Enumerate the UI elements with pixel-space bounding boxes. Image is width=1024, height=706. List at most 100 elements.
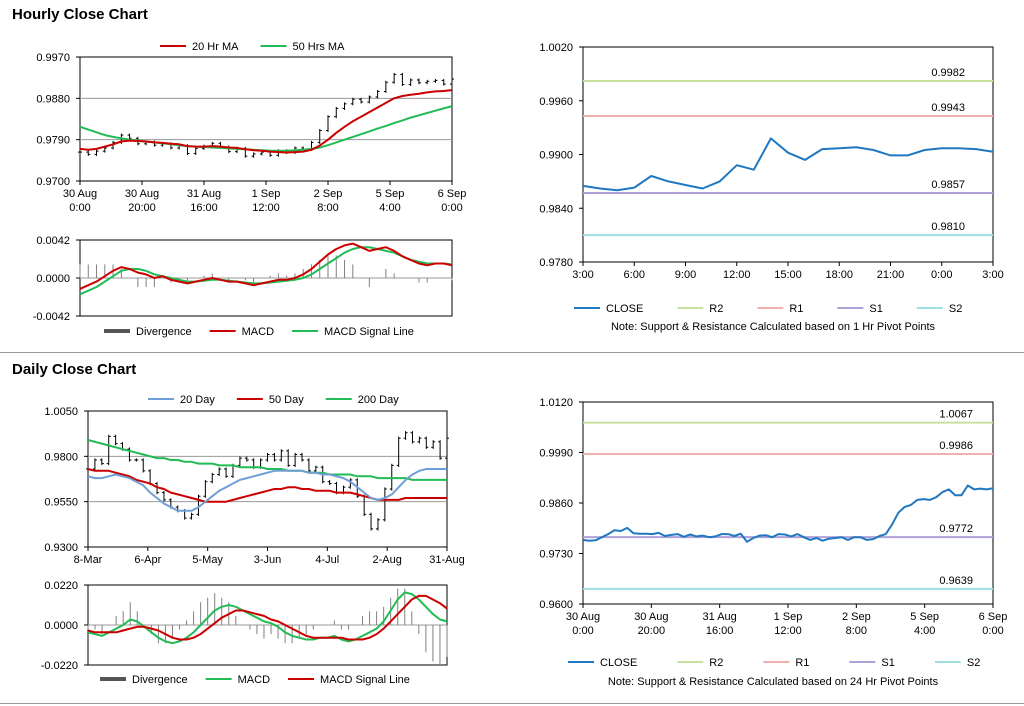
plot-frame	[582, 401, 994, 605]
daily-price-y-tick-label: 0.9800	[44, 451, 78, 463]
hourly-price-legend-label: 20 Hr MA	[192, 41, 239, 53]
hourly-price-x-tick-label: 0:00	[69, 202, 90, 214]
hourly-macd-legend-label: MACD Signal Line	[324, 326, 414, 338]
hourly-price-legend-label: 50 Hrs MA	[292, 41, 345, 53]
hourly-macd-legend-label: Divergence	[136, 326, 192, 338]
daily-pivot-y-tick-label: 1.0120	[539, 397, 573, 409]
daily-pivot-x-tick-label: 0:00	[572, 625, 593, 637]
daily-level-label: 1.0067	[939, 409, 973, 421]
hourly-pivot-y-tick-label: 0.9840	[539, 203, 573, 215]
daily-price-x-tick-label: 8-Mar	[74, 554, 103, 566]
hourly-pivot-x-tick-label: 21:00	[877, 269, 905, 281]
daily-pivot-legend-label: CLOSE	[600, 657, 637, 669]
daily-macd-legend-label: MACD	[238, 674, 270, 686]
hourly-price-x-tick-label: 0:00	[441, 202, 462, 214]
daily-pivot-x-tick-label: 1 Sep	[774, 611, 803, 623]
hourly-pivot-y-tick-label: 0.9900	[539, 150, 573, 162]
daily-pivot-y-tick-label: 0.9860	[539, 498, 573, 510]
hourly-price-y-tick-label: 0.9970	[36, 52, 70, 64]
hourly-price-y-tick-label: 0.9790	[36, 135, 70, 147]
daily-price-legend-label: 50 Day	[269, 394, 304, 406]
hourly-pivot-legend-label: R2	[709, 303, 723, 315]
daily-price-x-tick-label: 31-Aug	[429, 554, 464, 566]
hourly-price-y-tick-label: 0.9700	[36, 176, 70, 188]
hourly-price-x-tick-label: 31 Aug	[187, 188, 221, 200]
daily-pivot-y-tick-label: 0.9990	[539, 448, 573, 460]
hourly-pivot-x-tick-label: 3:00	[982, 269, 1003, 281]
daily-macd-signal-line	[87, 594, 448, 641]
daily-price-x-tick-label: 5-May	[192, 554, 223, 566]
hourly-pivot-x-tick-label: 15:00	[774, 269, 802, 281]
daily-pivot-x-tick-label: 12:00	[774, 625, 802, 637]
daily-pivot-note: Note: Support & Resistance Calculated ba…	[608, 676, 939, 688]
hourly-price-x-tick-label: 8:00	[317, 202, 338, 214]
daily-level-label: 0.9986	[939, 440, 973, 452]
daily-pivot-legend-label: S2	[967, 657, 980, 669]
daily-price-x-tick-label: 6-Apr	[134, 554, 161, 566]
hourly-level-label: 0.9810	[931, 221, 965, 233]
hourly-price-x-tick-label: 12:00	[252, 202, 280, 214]
hourly-pivot-x-tick-label: 9:00	[675, 269, 696, 281]
hourly-price-x-tick-label: 16:00	[190, 202, 218, 214]
hourly-level-label: 0.9943	[931, 102, 965, 114]
daily-pivot-legend-label: S1	[881, 657, 894, 669]
charts-canvas: 0.99700.98800.97900.970030 Aug0:0030 Aug…	[33, 41, 1008, 688]
hourly-pivot-legend-label: CLOSE	[606, 303, 643, 315]
daily-price-y-tick-label: 0.9300	[44, 542, 78, 554]
daily-price-x-tick-label: 2-Aug	[372, 554, 401, 566]
daily-price-legend-label: 20 Day	[180, 394, 215, 406]
hourly-macd-y-tick-label: 0.0000	[36, 273, 70, 285]
daily-close-line	[582, 484, 994, 543]
daily-pivot-y-tick-label: 0.9600	[539, 599, 573, 611]
hourly-price-x-tick-label: 4:00	[379, 202, 400, 214]
daily-level-label: 0.9772	[939, 523, 973, 535]
hourly-pivot-x-tick-label: 12:00	[723, 269, 751, 281]
daily-pivot-x-tick-label: 6 Sep	[979, 611, 1008, 623]
daily-pivot-x-tick-label: 8:00	[846, 625, 867, 637]
hourly-pivot-legend-label: S1	[869, 303, 882, 315]
hourly-pivot-y-tick-label: 0.9960	[539, 96, 573, 108]
hourly-pivot-x-tick-label: 0:00	[931, 269, 952, 281]
hourly-macd-y-tick-label: 0.0042	[36, 235, 70, 247]
hourly-macd-line	[79, 242, 453, 290]
hourly-price-x-tick-label: 2 Sep	[314, 188, 343, 200]
hourly-price-x-tick-label: 30 Aug	[63, 188, 97, 200]
hourly-price-y-tick-label: 0.9880	[36, 93, 70, 105]
daily-pivot-x-tick-label: 2 Sep	[842, 611, 871, 623]
hourly-price-x-tick-label: 1 Sep	[252, 188, 281, 200]
daily-pivot-x-tick-label: 4:00	[914, 625, 935, 637]
daily-price-x-tick-label: 4-Jul	[315, 554, 339, 566]
daily-pivot-x-tick-label: 31 Aug	[703, 611, 737, 623]
hourly-price-x-tick-label: 5 Sep	[376, 188, 405, 200]
daily-pivot-x-tick-label: 30 Aug	[634, 611, 668, 623]
daily-level-label: 0.9639	[939, 575, 973, 587]
daily-price-x-tick-label: 3-Jun	[254, 554, 282, 566]
daily-macd-y-tick-label: 0.0000	[44, 620, 78, 632]
hourly-price-x-tick-label: 20:00	[128, 202, 156, 214]
hourly-pivot-x-tick-label: 3:00	[572, 269, 593, 281]
hourly-50hr-ma-line	[79, 105, 453, 152]
plot-frame	[79, 56, 453, 182]
hourly-pivot-x-tick-label: 6:00	[624, 269, 645, 281]
daily-macd-y-tick-label: 0.0220	[44, 580, 78, 592]
daily-pivot-x-tick-label: 30 Aug	[566, 611, 600, 623]
hourly-macd-legend-label: MACD	[242, 326, 274, 338]
daily-price-y-tick-label: 1.0050	[44, 406, 78, 418]
hourly-pivot-x-tick-label: 18:00	[825, 269, 853, 281]
hourly-level-label: 0.9982	[931, 67, 965, 79]
daily-macd-legend-label: MACD Signal Line	[320, 674, 410, 686]
hourly-pivot-legend-label: S2	[949, 303, 962, 315]
daily-pivot-x-tick-label: 20:00	[638, 625, 666, 637]
hourly-pivot-note: Note: Support & Resistance Calculated ba…	[611, 321, 936, 333]
hourly-price-x-tick-label: 6 Sep	[438, 188, 467, 200]
hourly-20hr-ma-line	[79, 89, 453, 154]
daily-pivot-x-tick-label: 16:00	[706, 625, 734, 637]
daily-pivot-legend-label: R2	[709, 657, 723, 669]
hourly-pivot-y-tick-label: 1.0020	[539, 42, 573, 54]
legend-swatch-divergence	[104, 329, 130, 333]
daily-pivot-y-tick-label: 0.9730	[539, 549, 573, 561]
daily-pivot-x-tick-label: 0:00	[982, 625, 1003, 637]
legend-swatch-divergence	[100, 677, 126, 681]
hourly-macd-y-tick-label: -0.0042	[33, 311, 70, 323]
daily-price-legend-label: 200 Day	[358, 394, 399, 406]
